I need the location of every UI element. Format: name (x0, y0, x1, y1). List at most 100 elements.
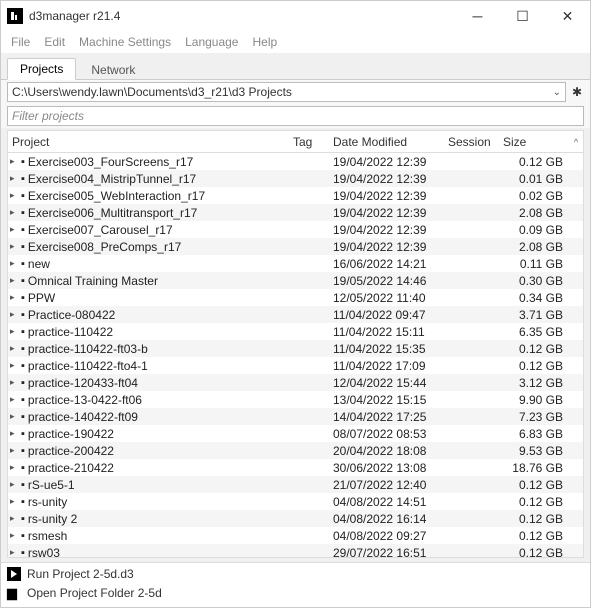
expand-arrow-icon[interactable]: ▸ (10, 428, 18, 439)
col-size[interactable]: Size (499, 133, 569, 151)
table-row[interactable]: ▸▪practice-19042208/07/2022 08:536.83 GB (8, 425, 583, 442)
table-row[interactable]: ▸▪PPW12/05/2022 11:400.34 GB (8, 289, 583, 306)
tab-network[interactable]: Network (78, 59, 148, 80)
folder-icon: ▪ (21, 462, 25, 474)
projects-table: Project Tag Date Modified Session Size ^… (7, 130, 584, 558)
filter-input[interactable] (7, 106, 584, 126)
menu-help[interactable]: Help (246, 33, 283, 51)
cell-size: 0.02 GB (499, 189, 569, 203)
folder-icon: ▪ (21, 496, 25, 508)
menu-edit[interactable]: Edit (38, 33, 71, 51)
col-project[interactable]: Project (8, 133, 289, 151)
col-tag[interactable]: Tag (289, 133, 329, 151)
expand-arrow-icon[interactable]: ▸ (10, 462, 18, 473)
expand-arrow-icon[interactable]: ▸ (10, 224, 18, 235)
folder-icon: ▪ (21, 207, 25, 219)
table-row[interactable]: ▸▪practice-120433-ft0412/04/2022 15:443.… (8, 374, 583, 391)
table-row[interactable]: ▸▪rS-ue5-121/07/2022 12:400.12 GB (8, 476, 583, 493)
expand-arrow-icon[interactable]: ▸ (10, 496, 18, 507)
expand-arrow-icon[interactable]: ▸ (10, 411, 18, 422)
scroll-up-icon[interactable]: ^ (569, 135, 583, 149)
table-row[interactable]: ▸▪practice-13-0422-ft0613/04/2022 15:159… (8, 391, 583, 408)
expand-arrow-icon[interactable]: ▸ (10, 292, 18, 303)
cell-size: 0.12 GB (499, 155, 569, 169)
table-row[interactable]: ▸▪practice-110422-fto4-111/04/2022 17:09… (8, 357, 583, 374)
table-row[interactable]: ▸▪Omnical Training Master19/05/2022 14:4… (8, 272, 583, 289)
table-row[interactable]: ▸▪Exercise003_FourScreens_r1719/04/2022 … (8, 153, 583, 170)
col-date[interactable]: Date Modified (329, 133, 444, 151)
expand-arrow-icon[interactable]: ▸ (10, 394, 18, 405)
table-row[interactable]: ▸▪new16/06/2022 14:210.11 GB (8, 255, 583, 272)
cell-date: 29/07/2022 16:51 (329, 546, 444, 558)
col-session[interactable]: Session (444, 133, 499, 151)
expand-arrow-icon[interactable]: ▸ (10, 445, 18, 456)
expand-arrow-icon[interactable]: ▸ (10, 207, 18, 218)
run-project-button[interactable]: Run Project 2-5d.d3 (7, 567, 584, 581)
table-row[interactable]: ▸▪practice-21042230/06/2022 13:0818.76 G… (8, 459, 583, 476)
table-row[interactable]: ▸▪Exercise006_Multitransport_r1719/04/20… (8, 204, 583, 221)
table-row[interactable]: ▸▪Exercise005_WebInteraction_r1719/04/20… (8, 187, 583, 204)
table-row[interactable]: ▸▪Exercise007_Carousel_r1719/04/2022 12:… (8, 221, 583, 238)
expand-arrow-icon[interactable]: ▸ (10, 513, 18, 524)
expand-arrow-icon[interactable]: ▸ (10, 530, 18, 541)
cell-size: 7.23 GB (499, 410, 569, 424)
table-row[interactable]: ▸▪Practice-08042211/04/2022 09:473.71 GB (8, 306, 583, 323)
expand-arrow-icon[interactable]: ▸ (10, 360, 18, 371)
table-row[interactable]: ▸▪practice-11042211/04/2022 15:116.35 GB (8, 323, 583, 340)
cell-date: 13/04/2022 15:15 (329, 393, 444, 407)
window-controls: ─ ☐ ✕ (455, 1, 590, 31)
folder-icon: ▪ (21, 530, 25, 542)
cell-size: 6.83 GB (499, 427, 569, 441)
table-row[interactable]: ▸▪Exercise008_PreComps_r1719/04/2022 12:… (8, 238, 583, 255)
open-folder-button[interactable]: ▆ Open Project Folder 2-5d (7, 585, 584, 601)
menu-machine[interactable]: Machine Settings (73, 33, 177, 51)
project-name: Exercise005_WebInteraction_r17 (28, 189, 205, 203)
expand-arrow-icon[interactable]: ▸ (10, 190, 18, 201)
expand-arrow-icon[interactable]: ▸ (10, 173, 18, 184)
expand-arrow-icon[interactable]: ▸ (10, 343, 18, 354)
settings-gear-icon[interactable]: ✱ (570, 85, 584, 99)
cell-date: 19/04/2022 12:39 (329, 172, 444, 186)
expand-arrow-icon[interactable]: ▸ (10, 241, 18, 252)
cell-date: 08/07/2022 08:53 (329, 427, 444, 441)
close-button[interactable]: ✕ (545, 1, 590, 31)
expand-arrow-icon[interactable]: ▸ (10, 309, 18, 320)
project-path-dropdown[interactable]: C:\Users\wendy.lawn\Documents\d3_r21\d3 … (7, 82, 566, 102)
tab-projects[interactable]: Projects (7, 58, 76, 80)
project-name: rsw03 (28, 546, 60, 558)
table-row[interactable]: ▸▪rs-unity04/08/2022 14:510.12 GB (8, 493, 583, 510)
minimize-button[interactable]: ─ (455, 1, 500, 31)
table-row[interactable]: ▸▪rsmesh04/08/2022 09:270.12 GB (8, 527, 583, 544)
project-name: rs-unity 2 (28, 512, 77, 526)
cell-date: 12/04/2022 15:44 (329, 376, 444, 390)
expand-arrow-icon[interactable]: ▸ (10, 275, 18, 286)
menu-language[interactable]: Language (179, 33, 244, 51)
expand-arrow-icon[interactable]: ▸ (10, 156, 18, 167)
folder-icon: ▪ (21, 326, 25, 338)
cell-size: 3.12 GB (499, 376, 569, 390)
menu-file[interactable]: File (5, 33, 36, 51)
project-name: practice-110422 (28, 325, 113, 339)
table-row[interactable]: ▸▪practice-140422-ft0914/04/2022 17:257.… (8, 408, 583, 425)
table-row[interactable]: ▸▪Exercise004_MistripTunnel_r1719/04/202… (8, 170, 583, 187)
path-row: C:\Users\wendy.lawn\Documents\d3_r21\d3 … (1, 80, 590, 104)
folder-icon: ▪ (21, 292, 25, 304)
tabs: Projects Network (1, 53, 590, 80)
table-row[interactable]: ▸▪rs-unity 204/08/2022 16:140.12 GB (8, 510, 583, 527)
project-name: Exercise003_FourScreens_r17 (28, 155, 193, 169)
table-row[interactable]: ▸▪rsw0329/07/2022 16:510.12 GB (8, 544, 583, 557)
folder-icon: ▪ (21, 190, 25, 202)
title-bar: d3manager r21.4 ─ ☐ ✕ (1, 1, 590, 31)
cell-date: 30/06/2022 13:08 (329, 461, 444, 475)
expand-arrow-icon[interactable]: ▸ (10, 479, 18, 490)
table-row[interactable]: ▸▪practice-20042220/04/2022 18:089.53 GB (8, 442, 583, 459)
table-row[interactable]: ▸▪practice-110422-ft03-b11/04/2022 15:35… (8, 340, 583, 357)
expand-arrow-icon[interactable]: ▸ (10, 326, 18, 337)
cell-date: 12/05/2022 11:40 (329, 291, 444, 305)
cell-date: 19/04/2022 12:39 (329, 155, 444, 169)
maximize-button[interactable]: ☐ (500, 1, 545, 31)
expand-arrow-icon[interactable]: ▸ (10, 258, 18, 269)
expand-arrow-icon[interactable]: ▸ (10, 547, 18, 557)
project-name: practice-200422 (28, 444, 114, 458)
expand-arrow-icon[interactable]: ▸ (10, 377, 18, 388)
